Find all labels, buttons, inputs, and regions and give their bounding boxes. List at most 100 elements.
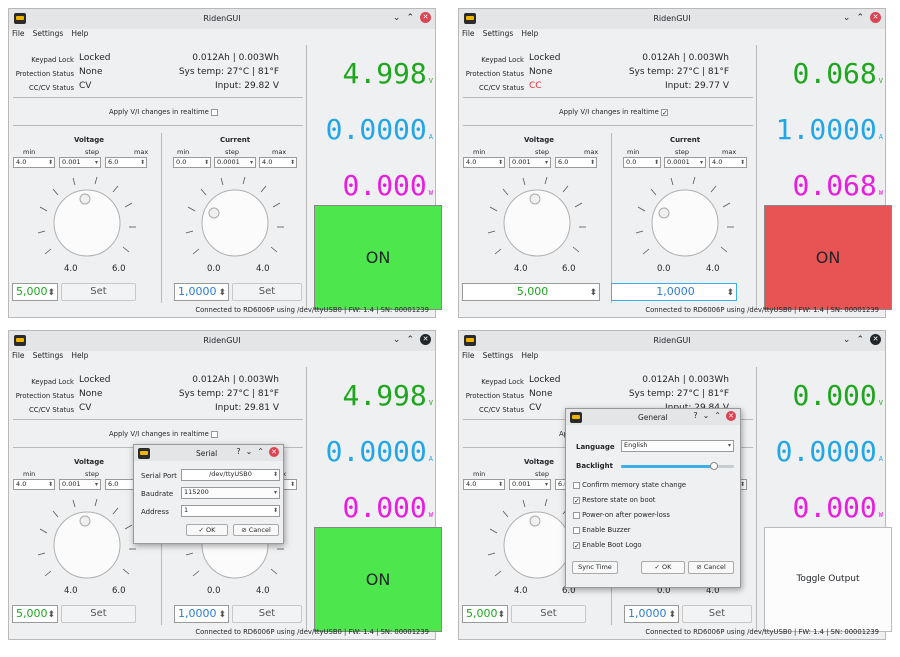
current-set-button[interactable]: Set [682,605,752,623]
current-set-button[interactable]: Set [232,605,302,623]
close-icon[interactable]: ✕ [269,447,279,457]
menu-help[interactable]: Help [521,351,538,364]
option-checkbox[interactable]: ✓ [573,496,580,504]
minimize-icon[interactable]: ⌄ [246,447,253,457]
ok-button[interactable]: ✓ OK [186,524,228,536]
cancel-button[interactable]: ⊘ Cancel [233,524,279,536]
maximize-icon[interactable]: ⌃ [856,13,864,23]
voltage-set-button[interactable]: Set [511,605,586,623]
voltage-dial[interactable] [481,169,593,269]
close-icon[interactable]: ✕ [420,12,431,23]
realtime-checkbox[interactable] [210,430,218,438]
backlight-slider[interactable] [621,462,734,470]
option-checkbox[interactable]: ✓ [573,541,580,549]
realtime-toggle[interactable]: Apply V/I changes in realtime ✓ [559,108,668,116]
maximize-icon[interactable]: ⌃ [406,335,414,345]
option-row[interactable]: Enable Buzzer [573,526,631,534]
maximize-icon[interactable]: ⌃ [856,335,864,345]
baudrate-select[interactable]: 115200 [181,487,280,499]
voltage-set-input[interactable]: 5,000 [12,283,58,301]
voltage-step-select[interactable]: 0.001 [59,157,101,168]
option-checkbox[interactable] [573,526,580,534]
current-set-input[interactable]: 1,0000 [611,283,737,301]
current-step-select[interactable]: 0.0001 [214,157,256,168]
voltage-set-input[interactable]: 5,000 [462,605,508,623]
output-toggle-button[interactable]: Toggle Output [764,527,892,632]
current-max-input[interactable]: 4.0 [259,157,297,168]
maximize-icon[interactable]: ⌃ [714,411,721,421]
option-checkbox[interactable] [573,511,580,519]
current-set-input[interactable]: 1,0000 [174,283,229,301]
close-icon[interactable]: ✕ [870,334,881,345]
current-max-input[interactable]: 4.0 [709,157,747,168]
menu-settings[interactable]: Settings [483,29,514,42]
sync-time-button[interactable]: Sync Time [572,561,618,574]
minimize-icon[interactable]: ⌄ [843,13,851,23]
option-checkbox[interactable] [573,481,580,489]
option-row[interactable]: Confirm memory state change [573,481,686,489]
output-toggle-button[interactable]: ON [764,205,892,310]
realtime-checkbox[interactable]: ✓ [660,108,668,116]
voltage-step-select[interactable]: 0.001 [509,157,551,168]
realtime-toggle[interactable]: Apply V/I changes in realtime [109,108,218,116]
voltage-step-select[interactable]: 0.001 [59,479,101,490]
menu-help[interactable]: Help [71,29,88,42]
voltage-max-input[interactable]: 6.0 [555,157,597,168]
voltage-step-select[interactable]: 0.001 [509,479,551,490]
close-icon[interactable]: ✕ [420,334,431,345]
maximize-icon[interactable]: ⌃ [257,447,264,457]
ok-button[interactable]: ✓ OK [641,561,685,574]
maximize-icon[interactable]: ⌃ [406,13,414,23]
menu-file[interactable]: File [462,29,475,42]
menu-settings[interactable]: Settings [33,29,64,42]
language-select[interactable]: English [621,440,734,452]
voltage-min-input[interactable]: 4.0 [13,479,55,490]
serial-port-input[interactable]: /dev/ttyUSB0 [181,469,280,481]
current-set-input[interactable]: 1,0000 [624,605,679,623]
menu-file[interactable]: File [462,351,475,364]
current-set-button[interactable]: Set [232,283,302,301]
minimize-icon[interactable]: ⌄ [703,411,710,421]
realtime-toggle[interactable]: Apply V/I changes in realtime [109,430,218,438]
close-icon[interactable]: ✕ [870,12,881,23]
help-icon[interactable]: ? [236,447,240,457]
current-step-select[interactable]: 0.0001 [664,157,706,168]
current-dial[interactable] [629,169,741,269]
voltage-dial[interactable] [31,169,143,269]
realtime-checkbox[interactable] [210,108,218,116]
menu-settings[interactable]: Settings [483,351,514,364]
option-row[interactable]: ✓ Enable Boot Logo [573,541,642,549]
minimize-icon[interactable]: ⌄ [393,335,401,345]
general-dialog-titlebar[interactable]: General ? ⌄ ⌃ ✕ [566,409,740,425]
current-min-input[interactable]: 0.0 [623,157,661,168]
help-icon[interactable]: ? [693,411,697,421]
title-bar[interactable]: RidenGUI ⌄ ⌃ ✕ [459,331,885,351]
menu-help[interactable]: Help [71,351,88,364]
title-bar[interactable]: RidenGUI ⌄ ⌃ ✕ [9,9,435,29]
voltage-min-input[interactable]: 4.0 [463,479,505,490]
menu-file[interactable]: File [12,351,25,364]
menu-help[interactable]: Help [521,29,538,42]
backlight-slider-handle[interactable] [709,462,718,470]
voltage-set-input[interactable]: 5,000 [12,605,58,623]
current-min-input[interactable]: 0.0 [173,157,211,168]
current-dial[interactable] [179,169,291,269]
output-toggle-button[interactable]: ON [314,205,442,310]
cancel-button[interactable]: ⊘ Cancel [688,561,734,574]
voltage-set-button[interactable]: Set [61,605,136,623]
menu-file[interactable]: File [12,29,25,42]
voltage-set-input[interactable]: 5,000 [462,283,600,301]
option-row[interactable]: Power-on after power-loss [573,511,670,519]
option-row[interactable]: ✓ Restore state on boot [573,496,655,504]
title-bar[interactable]: RidenGUI ⌄ ⌃ ✕ [9,331,435,351]
current-set-input[interactable]: 1,0000 [174,605,229,623]
voltage-dial[interactable] [31,491,143,591]
output-toggle-button[interactable]: ON [314,527,442,632]
voltage-min-input[interactable]: 4.0 [13,157,55,168]
voltage-min-input[interactable]: 4.0 [463,157,505,168]
voltage-set-button[interactable]: Set [61,283,136,301]
minimize-icon[interactable]: ⌄ [393,13,401,23]
address-input[interactable]: 1 [181,505,280,517]
menu-settings[interactable]: Settings [33,351,64,364]
voltage-max-input[interactable]: 6.0 [105,157,147,168]
